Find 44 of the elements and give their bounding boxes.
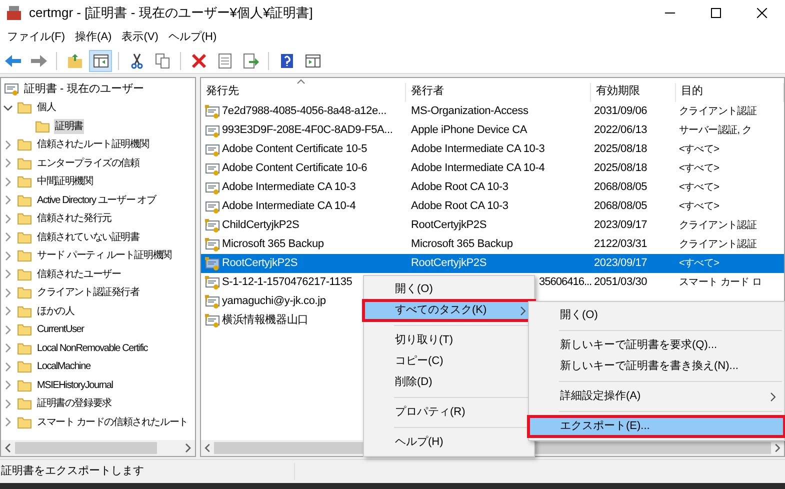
table-cell-text: <すべて> <box>678 143 720 157</box>
table-cell-text: yamaguchi@y-jk.co.jp <box>222 294 326 310</box>
table-cell-text: RootCertyjkP2S <box>410 218 486 234</box>
table-cell-text: 2051/03/30 <box>593 275 648 290</box>
table-cell-text: Adobe Root CA 10-3 <box>410 180 508 196</box>
table-cell-text: Adobe Intermediate CA 10-3 <box>410 142 545 158</box>
window-title: certmgr - [証明書 - 現在のユーザー¥個人¥証明書] <box>29 4 313 22</box>
table-cell-text: Adobe Intermediate CA 10-3 <box>222 180 356 196</box>
table-cell-text: 2068/08/05 <box>593 180 648 196</box>
table-cell-text: クライアント認証 <box>678 238 758 252</box>
table-cell-text: Adobe Intermediate CA 10-4 <box>222 199 356 214</box>
table-cell-text: 横浜情報機器山口 <box>222 313 308 328</box>
table-cell-text: Adobe Content Certificate 10-6 <box>222 161 368 176</box>
table-cell-text: Adobe Content Certificate 10-5 <box>222 142 368 158</box>
table-cell-text: <すべて> <box>678 181 720 195</box>
table-cell-text: 2023/09/17 <box>593 256 648 272</box>
table-cell-text: 2022/06/13 <box>593 123 648 138</box>
table-cell-text: 2031/09/06 <box>593 104 648 120</box>
table-cell-text: S-1-12-1-1570476217-1135 <box>222 275 352 290</box>
table-cell-text: 993E3D9F-208E-4F0C-8AD9-F5A... <box>222 123 393 138</box>
table-cell-text: <すべて> <box>678 162 720 176</box>
table-cell-text: <すべて> <box>678 257 720 271</box>
table-cell-text: RootCertyjkP2S <box>410 256 486 272</box>
table-cell-text: Adobe Intermediate CA 10-4 <box>410 161 545 176</box>
table-cell-text: 35606416... <box>538 275 592 290</box>
table-cell-text: 2068/08/05 <box>593 199 648 214</box>
table-cell-text: 2122/03/31 <box>593 237 648 252</box>
table-cell-text: <すべて> <box>678 200 720 214</box>
table-cell-text: ChildCertyjkP2S <box>222 218 300 234</box>
table-cell-text: クライアント認証 <box>678 218 758 233</box>
table-cell-text: 2025/08/18 <box>593 161 648 176</box>
table-cell-text: Apple iPhone Device CA <box>410 123 528 138</box>
table-cell-text: サーバー認証, ク <box>678 124 753 138</box>
table-cell-text: クライアント認証 <box>678 104 758 119</box>
table-cell-text: Adobe Root CA 10-3 <box>410 199 508 214</box>
table-cell-text: スマート カード ロ <box>678 276 763 290</box>
status-text: 証明書をエクスポートします <box>0 463 295 480</box>
table-cell-text: Microsoft 365 Backup <box>222 237 324 252</box>
table-cell-text: 2025/08/18 <box>593 142 648 158</box>
table-cell-text: RootCertyjkP2S <box>222 256 298 272</box>
table-cell-text: 7e2d7988-4085-4056-8a48-a12e... <box>222 104 386 120</box>
table-cell-text: Microsoft 365 Backup <box>410 237 513 252</box>
table-cell-text: MS-Organization-Access <box>410 104 528 120</box>
table-cell-text: 2023/09/17 <box>593 218 648 234</box>
